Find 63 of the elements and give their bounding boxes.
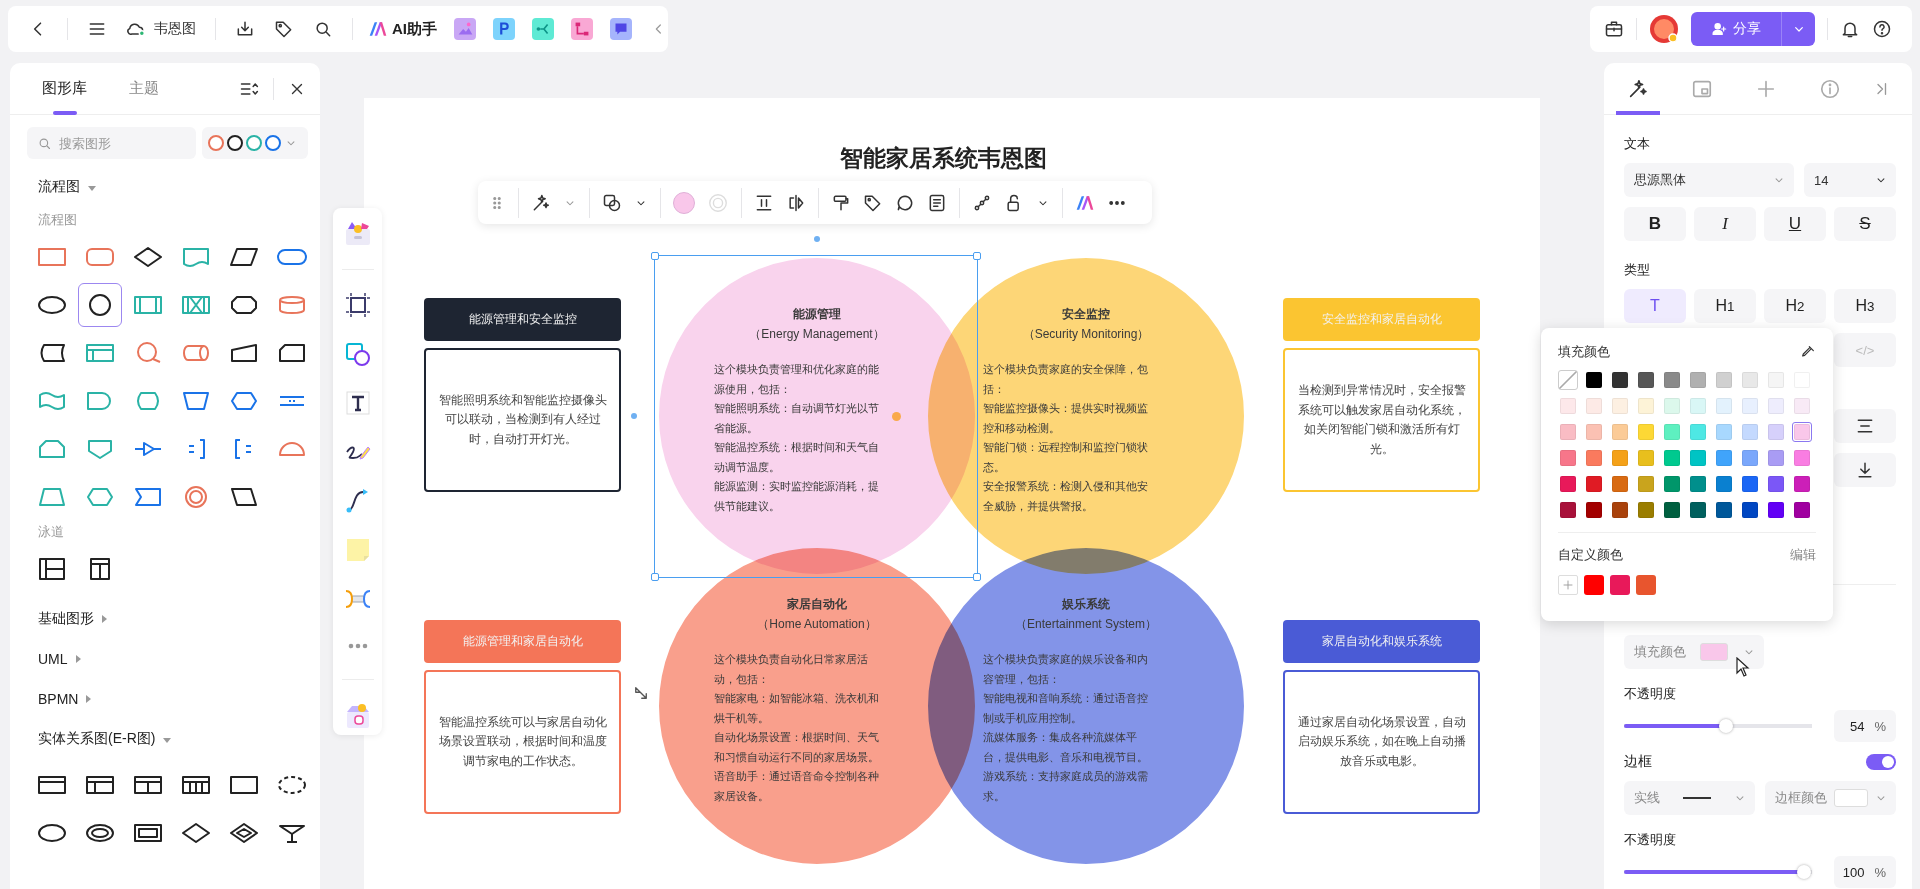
category-header[interactable]: 实体关系图(E-R图) <box>38 727 172 751</box>
circle-text: 能源监测：实时监控能源消耗，提供节能建议。 <box>714 478 880 514</box>
box-text: 通过家居自动化场景设置，自动启动娱乐系统，如在晚上自动播放音乐或电影。 <box>1296 713 1467 770</box>
custom-colors-label: 自定义颜色 <box>1558 546 1623 564</box>
field-label: 不透明度 <box>1624 831 1677 849</box>
ai-assistant-button[interactable]: AI助手 <box>368 19 437 39</box>
italic-button[interactable]: I <box>1694 207 1756 241</box>
circle-title: 安全监控 <box>1061 305 1111 323</box>
circle-text: 游戏系统：支持家庭成员的游戏需求。 <box>983 768 1149 804</box>
circle-text: 流媒体服务：集成各种流媒体平台，提供电影、音乐和电视节目。 <box>983 729 1149 765</box>
circle-title: 能源管理 <box>792 305 842 323</box>
box-header: 能源管理和家居自动化 <box>424 620 621 663</box>
category-header[interactable]: 基础图形 <box>38 607 107 631</box>
circle-subtitle: （Energy Management） <box>748 325 886 343</box>
section-label: 边框 <box>1624 753 1652 771</box>
underline-button[interactable]: U <box>1764 207 1826 241</box>
picker-title: 填充颜色 <box>1558 343 1610 361</box>
file-name[interactable]: 韦恩图 <box>126 19 196 39</box>
edit-link[interactable]: 编辑 <box>1790 546 1816 564</box>
font-dropdown[interactable]: 思源黑体 <box>1624 163 1794 197</box>
section-label: 文本 <box>1624 135 1651 153</box>
text-type-button[interactable]: T <box>1624 289 1686 323</box>
circle-text: 自动化场景设置：根据时间、天气和习惯自动运行不同的家居场景。 <box>714 729 880 765</box>
box-header: 安全监控和家居自动化 <box>1283 298 1480 341</box>
category-header[interactable]: UML <box>38 647 81 671</box>
circle-text: 这个模块负责家庭的安全保障，包括： <box>983 361 1149 397</box>
font-size-dropdown[interactable]: 14 <box>1804 163 1896 197</box>
opacity-value-field[interactable]: 54 % <box>1834 710 1896 742</box>
box-header: 能源管理和安全监控 <box>424 298 621 341</box>
field-label: 不透明度 <box>1624 685 1677 703</box>
strike-button[interactable]: S <box>1834 207 1896 241</box>
circle-title: 家居自动化 <box>786 595 848 613</box>
group-label: 泳道 <box>38 523 65 541</box>
section-label: 类型 <box>1624 261 1651 279</box>
panel-tab[interactable]: 主题 <box>119 63 169 115</box>
search-field[interactable]: 搜索图形 <box>27 127 196 159</box>
category-header[interactable]: BPMN <box>38 687 92 711</box>
bold-button[interactable]: B <box>1624 207 1686 241</box>
circle-text: 智能温控系统：根据时间和天气自动调节温度。 <box>714 439 880 475</box>
circle-text: 这个模块负责家庭的娱乐设备和内容管理，包括： <box>983 651 1149 687</box>
category-header[interactable]: 流程图 <box>38 175 96 199</box>
circle-subtitle: （Entertainment System） <box>1013 615 1159 633</box>
circle-subtitle: （Security Monitoring） <box>1021 325 1151 343</box>
circle-text: 这个模块负责自动化日常家居活动，包括： <box>714 651 869 687</box>
circle-text: 这个模块负责管理和优化家庭的能源使用，包括： <box>714 361 880 397</box>
box-text: 智能温控系统可以与家居自动化场景设置联动，根据时间和温度调节家电的工作状态。 <box>437 713 608 770</box>
circle-text: 智能监控摄像头：提供实时视频监控和移动检测。 <box>983 400 1149 436</box>
circle-text: 语音助手：通过语音命令控制各种家居设备。 <box>714 768 880 804</box>
diagram-title: 智能家居系统韦恩图 <box>838 144 1048 173</box>
opacity-value-field[interactable]: 100 % <box>1834 856 1896 888</box>
circle-text: 智能照明系统：自动调节灯光以节省能源。 <box>714 400 880 436</box>
circle-text: 智能家电：如智能冰箱、洗衣机和烘干机等。 <box>714 690 880 726</box>
group-label: 流程图 <box>38 211 78 229</box>
circle-text: 智能电视和音响系统：通过语音控制或手机应用控制。 <box>983 690 1149 726</box>
panel-tab[interactable]: 图形库 <box>32 63 97 115</box>
box-header: 家居自动化和娱乐系统 <box>1283 620 1480 663</box>
circle-subtitle: （Home Automation） <box>756 615 878 632</box>
circle-text: 智能门锁：远程控制和监控门锁状态。 <box>983 439 1149 475</box>
box-text: 当检测到异常情况时，安全报警系统可以触发家居自动化系统，如关闭智能门锁和激活所有灯光。 <box>1296 382 1467 458</box>
circle-text: 安全报警系统：检测入侵和其他安全威胁，并提供警报。 <box>983 478 1149 514</box>
share-button[interactable]: 分享 <box>1691 12 1781 46</box>
circle-title: 娱乐系统 <box>1061 595 1111 613</box>
box-text: 智能照明系统和智能监控摄像头可以联动，当检测到有人经过时，自动打开灯光。 <box>437 391 608 448</box>
